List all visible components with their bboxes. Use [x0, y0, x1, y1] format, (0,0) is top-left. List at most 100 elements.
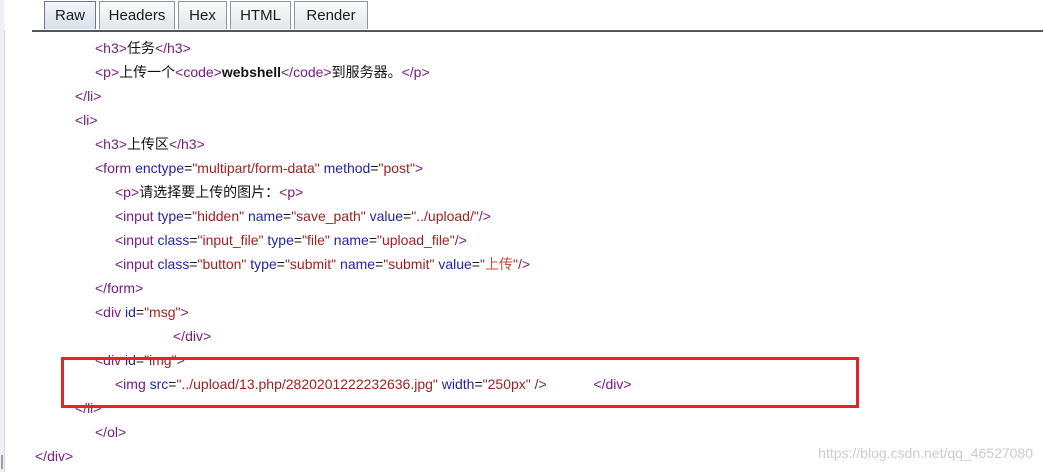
tag-token: </p>: [401, 64, 430, 80]
view-tab-bar: Raw Headers Hex HTML Render: [4, 0, 1043, 30]
code-line: <div id="img">: [95, 352, 185, 368]
left-panel-edge: [0, 0, 5, 472]
tab-bar-underline: [32, 30, 1043, 32]
value-token: "submit": [383, 256, 435, 272]
tag-token: <code>: [175, 64, 222, 80]
value-token: "upload_file": [377, 232, 455, 248]
tag-token: <div: [95, 304, 122, 320]
attribute-token: width: [441, 376, 475, 392]
tag-token: <img: [115, 376, 146, 392]
tag-token: </form>: [95, 280, 144, 296]
tag-token: >: [180, 304, 189, 320]
tab-raw[interactable]: Raw: [44, 1, 96, 29]
value-token: "hidden": [192, 208, 245, 224]
attribute-token: id: [124, 352, 136, 368]
tag-token: </li>: [75, 88, 102, 104]
tag-token: </h3>: [168, 136, 205, 152]
text-token: webshell: [221, 64, 281, 80]
tag-token: <p>: [95, 64, 120, 80]
code-line: </form>: [95, 276, 143, 300]
attribute-token: name: [247, 208, 283, 224]
value-token: "post": [378, 160, 415, 176]
code-line: <h3>上传区</h3>: [95, 132, 205, 156]
code-line: <h3>任务</h3>: [95, 36, 191, 60]
value-token: "submit": [284, 256, 337, 272]
value-token: "img": [144, 352, 177, 368]
code-line: <input type="hidden" name="save_path" va…: [115, 208, 491, 224]
attribute-token: name: [333, 232, 369, 248]
tag-token: />: [478, 208, 491, 224]
tag-token: <input: [115, 208, 154, 224]
value-token: "input_file": [197, 232, 264, 248]
response-viewer: Raw Headers Hex HTML Render <h3>任务</h3> …: [0, 0, 1043, 472]
tag-token: <li>: [75, 112, 98, 128]
tag-token: </li>: [75, 400, 102, 416]
tab-hex[interactable]: Hex: [178, 1, 227, 29]
code-line: </div>: [35, 444, 73, 468]
tag-token: </ol>: [95, 424, 127, 440]
tag-token: <p>: [279, 184, 304, 200]
tag-token: >: [176, 352, 185, 368]
attribute-token: class: [157, 232, 190, 248]
attribute-token: value: [438, 256, 472, 272]
attribute-token: type: [157, 208, 184, 224]
tag-token: <input: [115, 256, 154, 272]
value-token: "button": [197, 256, 247, 272]
attribute-token: type: [267, 232, 294, 248]
text-token: 到服务器。: [331, 64, 402, 80]
tag-token: <h3>: [95, 136, 127, 152]
text-token: 请选择要上传的图片：: [139, 184, 280, 200]
tag-token: </div>: [173, 328, 212, 344]
attribute-token: src: [149, 376, 169, 392]
value-token: "../upload/13.php/2820201222232636.jpg": [176, 376, 438, 392]
text-token: 任务: [126, 40, 155, 56]
tag-token: />: [454, 232, 467, 248]
code-line: </li>: [75, 396, 101, 420]
code-line: <li>: [75, 108, 98, 132]
tag-token: />: [517, 256, 531, 272]
code-line: <p>请选择要上传的图片：<p>: [115, 180, 303, 204]
value-token: "file": [302, 232, 330, 248]
value-token: "../upload/": [411, 208, 479, 224]
code-line: </ol>: [95, 420, 126, 444]
attribute-token: class: [157, 256, 190, 272]
tag-token: <form: [95, 160, 132, 176]
tab-html[interactable]: HTML: [230, 1, 291, 29]
code-line: <input class="input_file" type="file" na…: [115, 232, 467, 248]
tag-token: <input: [115, 232, 154, 248]
tag-token: </h3>: [154, 40, 191, 56]
value-token: "multipart/form-data": [192, 160, 320, 176]
value-token: "250px": [482, 376, 531, 392]
tag-token: </div>: [35, 448, 74, 464]
value-token: "save_path": [291, 208, 366, 224]
tag-token: <p>: [115, 184, 140, 200]
resize-grip-icon[interactable]: [1, 455, 3, 469]
tag-token: </div>: [593, 376, 632, 392]
code-line: </li>: [75, 84, 101, 108]
watermark-text: https://blog.csdn.net/qq_46527080: [818, 445, 1033, 461]
tag-token: </code>: [281, 64, 332, 80]
tag-token: <h3>: [95, 40, 127, 56]
attribute-token: value: [369, 208, 404, 224]
code-line: <p>上传一个<code>webshell</code>到服务器。</p>: [95, 60, 430, 84]
value-token: 上传: [484, 256, 513, 272]
code-line: <div id="msg">: [95, 304, 189, 320]
tab-headers[interactable]: Headers: [99, 1, 175, 29]
value-token: "msg": [144, 304, 181, 320]
attribute-token: enctype: [135, 160, 185, 176]
code-line: <img src="../upload/13.php/2820201222232…: [115, 376, 632, 392]
tag-token: />: [534, 376, 547, 392]
attribute-token: id: [124, 304, 136, 320]
attribute-token: type: [250, 256, 277, 272]
tab-render[interactable]: Render: [294, 1, 368, 29]
code-line: </div>: [173, 324, 211, 348]
text-token: 上传一个: [119, 64, 176, 80]
code-line: <form enctype = "multipart/form-data" meth…: [95, 156, 423, 180]
attribute-token: name: [340, 256, 376, 272]
attribute-token: method: [323, 160, 371, 176]
tag-token: <div: [95, 352, 122, 368]
text-token: =: [370, 160, 379, 176]
text-token: 上传区: [126, 136, 169, 152]
code-line: <input class="button" type="submit" name…: [115, 256, 531, 272]
tag-token: >: [414, 160, 424, 176]
